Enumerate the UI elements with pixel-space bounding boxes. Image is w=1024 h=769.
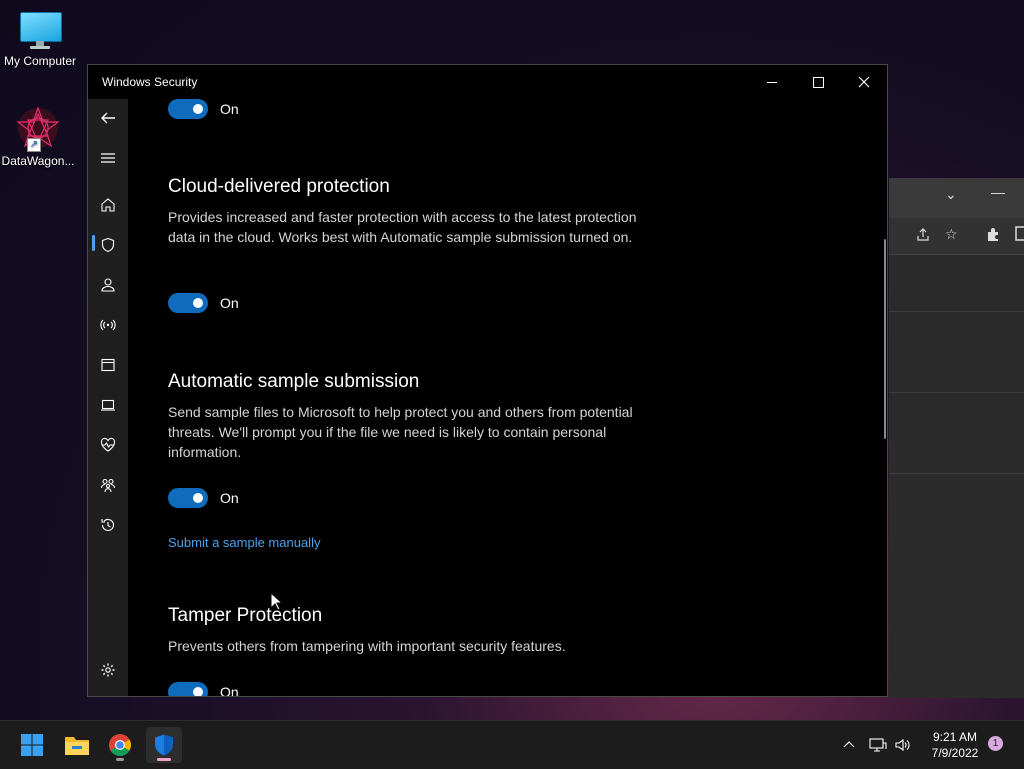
tamper-protection-title: Tamper Protection bbox=[168, 605, 323, 626]
sample-toggle-row: On bbox=[168, 488, 239, 508]
windows-security-icon bbox=[155, 734, 173, 756]
chrome-icon bbox=[109, 734, 131, 756]
desktop-icon-label: My Computer bbox=[3, 54, 77, 68]
clock-time: 9:21 AM bbox=[932, 730, 978, 744]
cloud-protection-toggle[interactable] bbox=[168, 293, 208, 313]
sidebar-item-settings[interactable] bbox=[88, 656, 128, 684]
windows-security-window[interactable]: Windows Security On Cloud-delivered prot… bbox=[87, 64, 888, 697]
sidebar-icon[interactable] bbox=[1015, 226, 1024, 245]
sidebar-item-app-browser[interactable] bbox=[88, 351, 128, 379]
running-indicator bbox=[116, 758, 124, 761]
close-button[interactable] bbox=[841, 65, 887, 99]
sidebar-item-family-options[interactable] bbox=[88, 471, 128, 499]
shield-icon bbox=[101, 237, 115, 253]
extensions-icon[interactable] bbox=[985, 226, 1001, 245]
title-bar[interactable]: Windows Security bbox=[88, 65, 887, 99]
star-icon[interactable]: ☆ bbox=[945, 226, 958, 243]
laptop-icon bbox=[101, 399, 115, 411]
tamper-protection-description: Prevents others from tampering with impo… bbox=[168, 638, 566, 654]
taskbar: 9:21 AM 7/9/2022 bbox=[0, 720, 1024, 769]
mouse-cursor-icon bbox=[270, 592, 284, 611]
network-button[interactable] bbox=[869, 721, 887, 769]
close-icon bbox=[858, 76, 870, 88]
tamper-protection-toggle[interactable] bbox=[168, 682, 208, 696]
wireless-icon bbox=[100, 319, 116, 331]
maximize-button[interactable] bbox=[795, 65, 841, 99]
sample-submission-title: Automatic sample submission bbox=[168, 371, 420, 392]
chevron-down-icon[interactable]: ⌄ bbox=[945, 186, 957, 203]
background-browser-window[interactable]: ⌄ — ☆ bbox=[889, 178, 1024, 698]
minimize-icon[interactable]: — bbox=[991, 184, 1005, 200]
back-button[interactable] bbox=[88, 104, 128, 132]
cloud-protection-description: Provides increased and faster protection… bbox=[168, 209, 637, 245]
clock-date: 7/9/2022 bbox=[931, 746, 979, 760]
desktop-icon-datawagon[interactable]: ↗ DataWagon... bbox=[0, 106, 78, 168]
gear-icon bbox=[101, 663, 115, 677]
minimize-icon bbox=[767, 81, 777, 83]
toggle-label: On bbox=[220, 295, 239, 311]
file-explorer-icon bbox=[65, 737, 89, 755]
notification-badge[interactable]: 1 bbox=[988, 736, 1003, 751]
cloud-toggle-row: On bbox=[168, 293, 239, 313]
toggle-label: On bbox=[220, 101, 239, 117]
shortcut-arrow-icon: ↗ bbox=[27, 138, 41, 152]
volume-icon bbox=[895, 738, 910, 752]
sidebar bbox=[88, 99, 128, 696]
desktop-icon-label: DataWagon... bbox=[1, 154, 75, 168]
submit-sample-link[interactable]: Submit a sample manually bbox=[168, 535, 320, 550]
sidebar-item-device-security[interactable] bbox=[88, 391, 128, 419]
datawagon-icon: ↗ bbox=[15, 106, 61, 152]
cloud-protection-title: Cloud-delivered protection bbox=[168, 176, 390, 197]
sidebar-item-account[interactable] bbox=[88, 271, 128, 299]
scrollbar[interactable] bbox=[884, 239, 886, 439]
heart-pulse-icon bbox=[100, 437, 116, 452]
app-browser-icon bbox=[101, 358, 115, 372]
family-icon bbox=[100, 478, 116, 493]
active-indicator bbox=[157, 758, 171, 761]
window-title: Windows Security bbox=[102, 75, 198, 89]
top-toggle-row: On bbox=[168, 99, 239, 119]
show-hidden-icons-button[interactable] bbox=[842, 721, 856, 769]
network-icon bbox=[869, 738, 887, 752]
sidebar-item-device-health[interactable] bbox=[88, 431, 128, 459]
minimize-button[interactable] bbox=[749, 65, 795, 99]
toggle-label: On bbox=[220, 490, 239, 506]
windows-security-taskbar-button[interactable] bbox=[146, 727, 182, 763]
tamper-toggle-row: On bbox=[168, 682, 239, 696]
hamburger-menu-icon bbox=[101, 153, 115, 163]
sidebar-item-virus-protection[interactable] bbox=[88, 231, 128, 259]
start-button[interactable] bbox=[14, 727, 50, 763]
sample-submission-toggle[interactable] bbox=[168, 488, 208, 508]
main-content: On Cloud-delivered protection Provides i… bbox=[128, 99, 887, 696]
desktop-icon-my-computer[interactable]: My Computer bbox=[0, 10, 80, 68]
menu-button[interactable] bbox=[88, 144, 128, 172]
sample-submission-description: Send sample files to Microsoft to help p… bbox=[168, 404, 633, 460]
top-toggle[interactable] bbox=[168, 99, 208, 119]
history-icon bbox=[101, 518, 115, 531]
back-arrow-icon bbox=[101, 112, 115, 124]
person-icon bbox=[101, 278, 115, 292]
chrome-button[interactable] bbox=[102, 727, 138, 763]
sidebar-item-firewall[interactable] bbox=[88, 311, 128, 339]
windows-start-icon bbox=[21, 734, 43, 756]
sidebar-item-home[interactable] bbox=[88, 191, 128, 219]
toggle-label: On bbox=[220, 684, 239, 696]
chevron-up-icon bbox=[843, 741, 855, 748]
clock[interactable]: 9:21 AM 7/9/2022 bbox=[920, 729, 990, 761]
sidebar-item-protection-history[interactable] bbox=[88, 511, 128, 539]
computer-icon bbox=[18, 10, 62, 50]
maximize-icon bbox=[812, 76, 824, 88]
file-explorer-button[interactable] bbox=[59, 727, 95, 763]
share-icon[interactable] bbox=[915, 227, 931, 246]
home-icon bbox=[101, 198, 115, 212]
volume-button[interactable] bbox=[894, 721, 912, 769]
